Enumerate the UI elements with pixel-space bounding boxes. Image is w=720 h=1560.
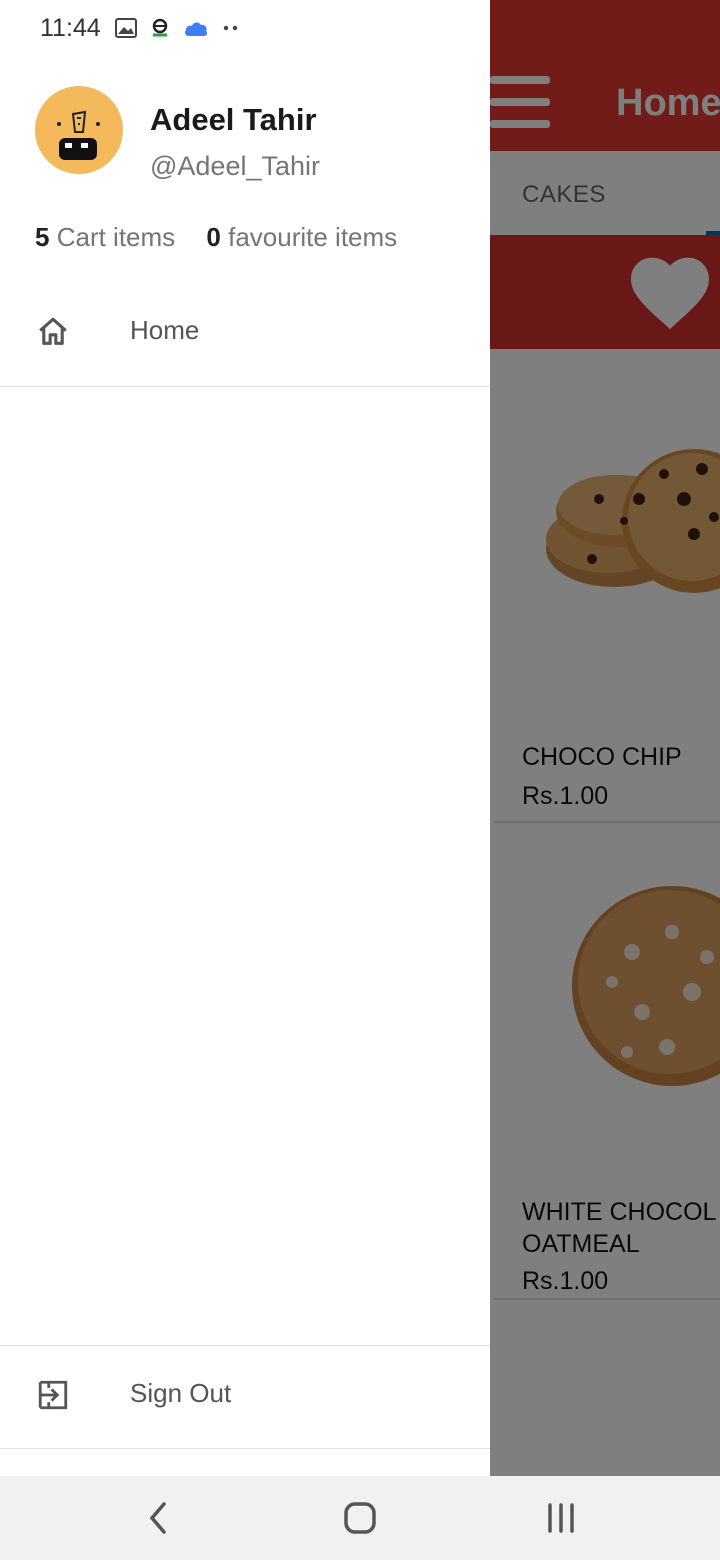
sign-out-icon: [38, 1380, 68, 1410]
home-nav-icon[interactable]: [340, 1498, 380, 1538]
divider: [0, 1345, 490, 1346]
home-icon: [39, 317, 67, 345]
sign-out-label: Sign Out: [130, 1378, 232, 1408]
user-stats: 5 Cart items 0 favourite items: [35, 222, 397, 253]
user-name: Adeel Tahir: [150, 102, 317, 137]
favourite-label: favourite items: [228, 222, 398, 252]
system-navigation-bar: [0, 1476, 720, 1560]
drawer-item-label: Home: [130, 315, 200, 345]
back-icon[interactable]: [138, 1498, 178, 1538]
user-handle: @Adeel_Tahir: [150, 151, 321, 181]
favourite-count: 0: [206, 222, 221, 252]
avatar-face-icon: [57, 110, 100, 160]
image-icon: [114, 18, 137, 38]
sync-icon: [152, 18, 167, 37]
cart-label: Cart items: [56, 222, 176, 252]
navigation-drawer: 11:44 Adeel Tahir @Adeel_Tahir 5 Cart it: [0, 0, 490, 1476]
sign-out-button[interactable]: Sign Out: [0, 1350, 490, 1440]
avatar[interactable]: [35, 86, 123, 174]
drawer-item-home[interactable]: Home: [0, 287, 490, 377]
more-dots-icon: [223, 25, 237, 31]
divider: [0, 386, 490, 387]
cloud-icon: [184, 22, 207, 36]
cart-count: 5: [35, 222, 50, 252]
status-time: 11:44: [40, 13, 101, 42]
divider: [0, 1448, 490, 1449]
recents-icon[interactable]: [541, 1498, 581, 1538]
status-icons-left: 11:44: [40, 10, 239, 46]
